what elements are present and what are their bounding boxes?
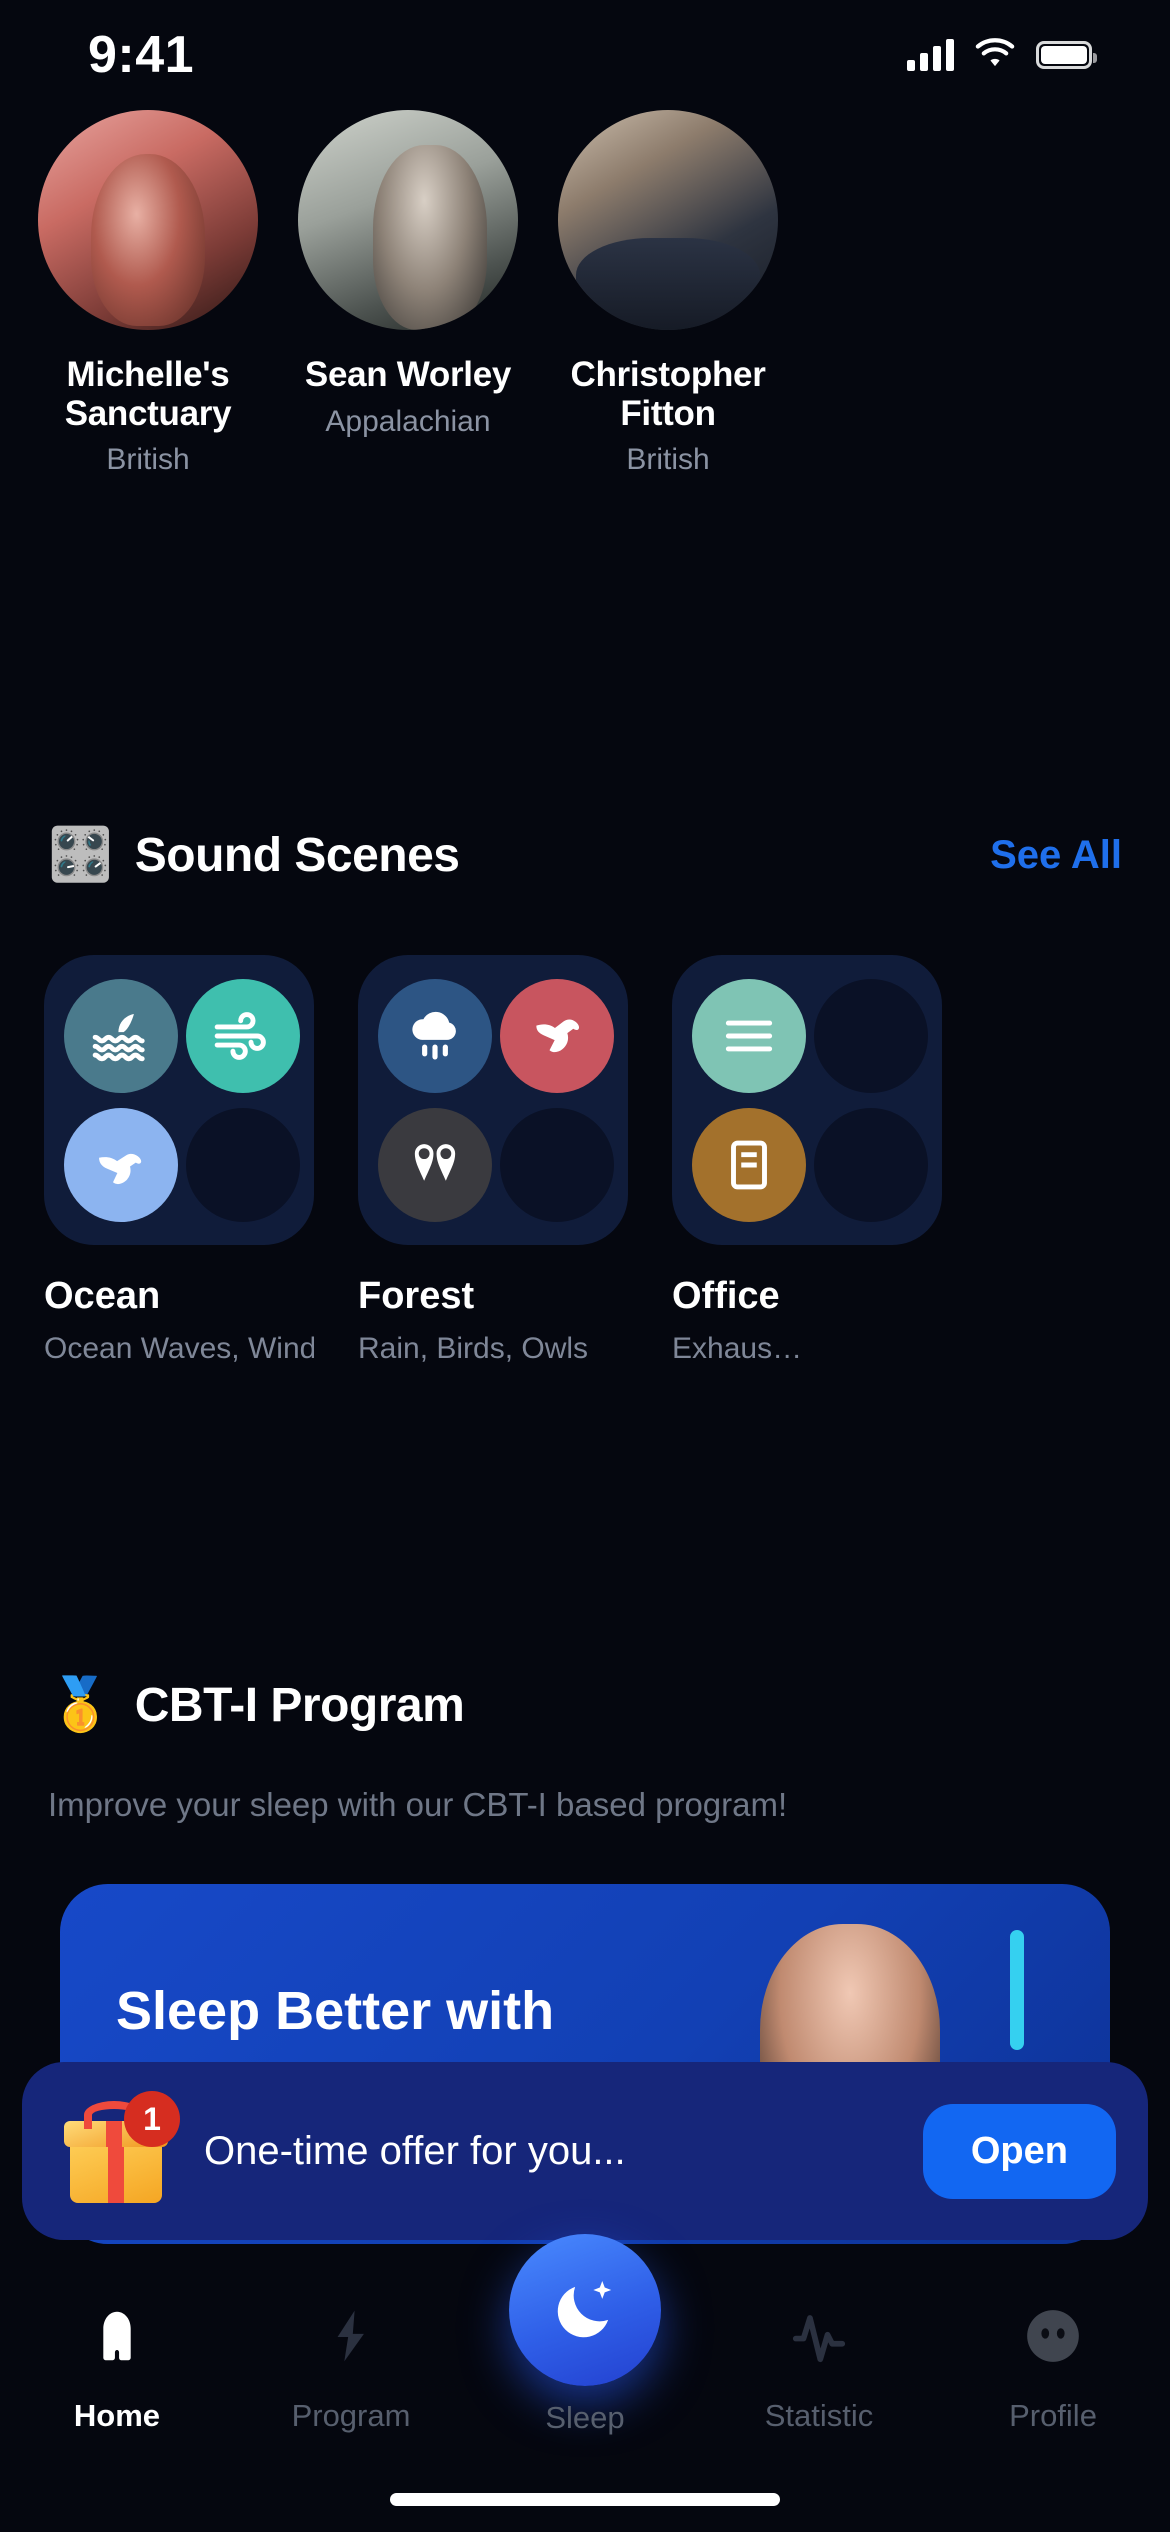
empty-slot: [500, 1107, 614, 1222]
offer-message: One-time offer for you...: [204, 2128, 626, 2173]
badge-count: 1: [124, 2091, 180, 2147]
bird-icon[interactable]: [500, 978, 614, 1093]
scene-icon-grid: [44, 955, 314, 1245]
voice-name: Sean Worley: [304, 355, 512, 394]
sound-scenes-header: 🎛️ Sound Scenes See All: [0, 800, 1170, 910]
rain-cloud-icon[interactable]: [378, 978, 492, 1093]
voice-name: Christopher Fitton: [570, 355, 766, 433]
bottom-tab-bar[interactable]: Home Program Sleep Statistic Profile: [0, 2234, 1170, 2532]
voice-accent: British: [626, 443, 710, 476]
status-indicators: [907, 37, 1097, 74]
section-title: Sound Scenes: [134, 828, 460, 882]
cbt-program-header: 🥇 CBT-I Program: [0, 1650, 1170, 1760]
avatar: [558, 110, 778, 330]
tab-label: Statistic: [764, 2398, 874, 2433]
voice-accent: Appalachian: [325, 404, 491, 438]
fan-icon[interactable]: [692, 978, 806, 1093]
gold-medal-icon: 🥇: [48, 1676, 113, 1734]
empty-slot: [814, 978, 928, 1093]
ocean-waves-icon[interactable]: [64, 978, 178, 1093]
tab-sleep[interactable]: Sleep: [468, 2234, 702, 2436]
voice-name: Michelle's Sanctuary: [64, 355, 232, 433]
see-all-link[interactable]: See All: [990, 833, 1122, 878]
scene-icon-grid: [358, 955, 628, 1245]
empty-slot: [186, 1107, 300, 1222]
tab-statistic[interactable]: Statistic: [702, 2288, 936, 2434]
scene-name: Ocean: [44, 1275, 161, 1317]
seagull-icon[interactable]: [64, 1107, 178, 1222]
tab-label: Program: [291, 2398, 411, 2433]
wifi-icon: [974, 37, 1016, 74]
scene-card-ocean[interactable]: Ocean Ocean Waves, Wind, Seag…: [44, 955, 314, 1366]
control-knobs-icon: 🎛️: [48, 826, 113, 884]
voice-card[interactable]: Christopher Fitton British: [558, 110, 778, 477]
pulse-icon: [788, 2288, 850, 2384]
scene-card-forest[interactable]: Forest Rain, Birds, Owls: [358, 955, 628, 1366]
cbt-program-subtitle: Improve your sleep with our CBT-I based …: [48, 1786, 788, 1823]
tab-label: Profile: [1009, 2398, 1097, 2433]
scene-icon-grid: [672, 955, 942, 1245]
wind-icon[interactable]: [186, 978, 300, 1093]
open-button[interactable]: Open: [922, 2103, 1116, 2199]
owl-icon[interactable]: [378, 1107, 492, 1222]
status-bar: 9:41: [0, 0, 1170, 110]
lightning-icon: [320, 2288, 382, 2384]
home-icon: [86, 2288, 148, 2384]
home-indicator: [390, 2493, 780, 2506]
sound-scenes-carousel[interactable]: Ocean Ocean Waves, Wind, Seag…: [0, 955, 1170, 1366]
scene-name: Office: [672, 1275, 780, 1317]
scene-description: Exhaus…: [672, 1332, 803, 1365]
empty-slot: [814, 1107, 928, 1222]
face-icon: [1022, 2288, 1084, 2384]
moon-star-icon[interactable]: [509, 2234, 661, 2386]
promo-title: Sleep Better with: [116, 1981, 555, 2041]
avatar: [298, 110, 518, 330]
tab-label: Sleep: [545, 2400, 625, 2435]
voice-card[interactable]: Michelle's Sanctuary British: [38, 110, 258, 477]
status-time: 9:41: [88, 26, 195, 84]
tab-profile[interactable]: Profile: [936, 2288, 1170, 2434]
avatar: [38, 110, 258, 330]
cellular-bars-icon: [907, 39, 954, 71]
offer-banner[interactable]: 1 One-time offer for you... Open: [22, 2062, 1148, 2240]
section-title: CBT-I Program: [134, 1678, 465, 1732]
scene-card-office[interactable]: Office Exhaus…: [672, 955, 942, 1366]
voice-carousel[interactable]: Michelle's Sanctuary British Sean Worley…: [0, 110, 1170, 477]
scene-description: Rain, Birds, Owls: [358, 1332, 589, 1365]
battery-icon: [1036, 41, 1097, 69]
scene-name: Forest: [358, 1275, 475, 1317]
printer-icon[interactable]: [692, 1107, 806, 1222]
gift-icon: 1: [62, 2091, 180, 2203]
voice-card[interactable]: Sean Worley Appalachian: [298, 110, 518, 477]
voice-accent: British: [106, 443, 190, 476]
scene-description: Ocean Waves, Wind, Seag…: [44, 1332, 314, 1365]
app-screen: 9:41 Michelle's Sanctuary British Sean W…: [0, 0, 1170, 2532]
tab-home[interactable]: Home: [0, 2288, 234, 2434]
tab-label: Home: [73, 2398, 161, 2433]
tab-program[interactable]: Program: [234, 2288, 468, 2434]
